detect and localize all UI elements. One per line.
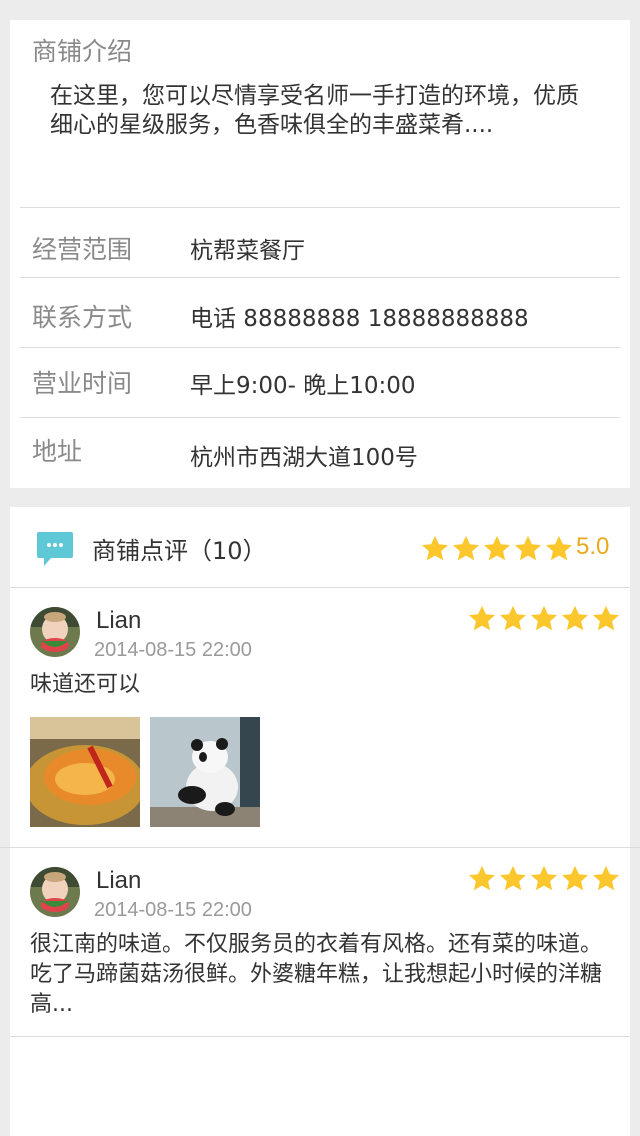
- review-date: 2014-08-15 22:00: [94, 899, 252, 921]
- star-icon: [593, 605, 619, 631]
- overall-score: 5.0: [576, 533, 610, 560]
- review-text: 很江南的味道。不仅服务员的衣着有风格。还有菜的味道。吃了马蹄菌菇汤很鲜。外婆糖年…: [30, 932, 603, 1017]
- divider: [20, 207, 620, 208]
- review-photo-panda[interactable]: [150, 717, 260, 827]
- star-icon: [531, 865, 557, 891]
- star-icon: [484, 535, 510, 561]
- address-label: 地址: [32, 437, 83, 466]
- business-scope-value: 杭帮菜餐厅: [190, 238, 305, 264]
- avatar[interactable]: [30, 867, 80, 917]
- star-icon: [500, 605, 526, 631]
- comment-bubble-icon: [35, 529, 75, 569]
- shop-intro-card: 商铺介绍 在这里，您可以尽情享受名师一手打造的环境，优质细心的星级服务，色香味俱…: [10, 20, 630, 488]
- reviews-section-title: 商铺点评（10）: [92, 537, 267, 565]
- star-icon: [531, 605, 557, 631]
- divider: [20, 417, 620, 418]
- address-value[interactable]: 杭州市西湖大道100号: [190, 438, 418, 472]
- star-icon: [546, 535, 572, 561]
- review-rating-stars: [467, 604, 621, 634]
- shop-intro-body: 在这里，您可以尽情享受名师一手打造的环境，优质细心的星级服务，色香味俱全的丰盛菜…: [50, 83, 579, 138]
- star-icon: [453, 535, 479, 561]
- divider: [20, 347, 620, 348]
- star-icon: [500, 865, 526, 891]
- review-photo-food[interactable]: [30, 717, 140, 827]
- star-icon: [515, 535, 541, 561]
- hours-value: 早上9:00- 晚上10:00: [190, 373, 416, 399]
- review-rating-stars: [467, 864, 621, 894]
- hours-label: 营业时间: [32, 369, 133, 398]
- star-icon: [593, 865, 619, 891]
- star-icon: [469, 865, 495, 891]
- shop-intro-title: 商铺介绍: [32, 37, 133, 66]
- contact-value[interactable]: 电话 88888888 18888888888: [190, 299, 529, 333]
- review-user-name[interactable]: Lian: [96, 867, 141, 895]
- star-icon: [562, 865, 588, 891]
- business-scope-label: 经营范围: [32, 235, 133, 264]
- review-separator: [0, 847, 640, 848]
- contact-label: 联系方式: [32, 303, 133, 332]
- divider: [10, 587, 630, 588]
- avatar[interactable]: [30, 607, 80, 657]
- divider: [20, 277, 620, 278]
- review-text: 味道还可以: [30, 672, 141, 697]
- divider: [10, 1036, 630, 1037]
- review-date: 2014-08-15 22:00: [94, 639, 252, 661]
- overall-rating-stars: [420, 534, 574, 564]
- star-icon: [562, 605, 588, 631]
- review-user-name[interactable]: Lian: [96, 607, 141, 635]
- reviews-card: 商铺点评（10） 5.0 Lian 2014-08-15 22:00 味道还可以: [10, 507, 630, 1136]
- star-icon: [422, 535, 448, 561]
- star-icon: [469, 605, 495, 631]
